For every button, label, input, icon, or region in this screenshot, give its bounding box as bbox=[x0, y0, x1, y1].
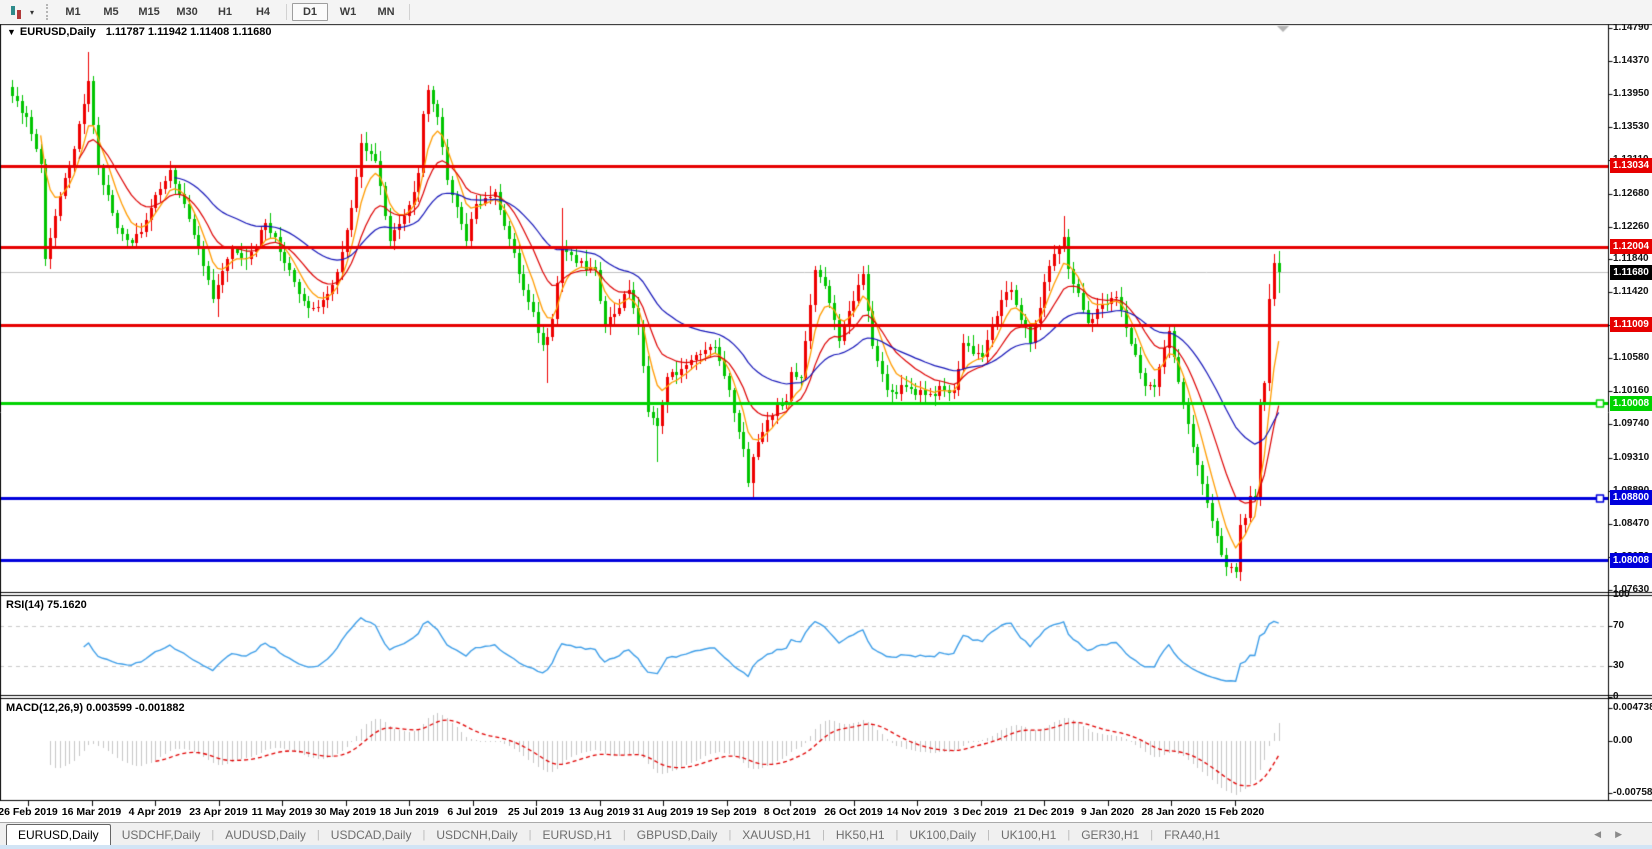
toolbar-separator bbox=[286, 4, 287, 20]
chart-symbols-icon[interactable] bbox=[8, 4, 28, 20]
price-tick: 1.11840 bbox=[1613, 253, 1652, 264]
scroll-right-icon[interactable]: ▶ bbox=[1615, 829, 1622, 840]
chart-title: ▼ EURUSD,Daily 1.11787 1.11942 1.11408 1.1… bbox=[7, 26, 272, 38]
chart-tab-usdcad-daily[interactable]: USDCAD,Daily bbox=[320, 825, 423, 846]
timeframe-button-w1[interactable]: W1 bbox=[330, 3, 366, 21]
level-price-tag: 1.10008 bbox=[1610, 396, 1652, 411]
price-tick: 1.13530 bbox=[1613, 121, 1652, 132]
macd-axis-tick: 0.00 bbox=[1613, 735, 1652, 746]
status-strip bbox=[0, 845, 1652, 849]
date-label: 15 Feb 2020 bbox=[1205, 806, 1265, 818]
price-tick: 1.08470 bbox=[1613, 518, 1652, 529]
collapse-triangle-icon[interactable]: ▼ bbox=[7, 27, 16, 37]
price-tick: 1.09740 bbox=[1613, 418, 1652, 429]
date-label: 16 Mar 2019 bbox=[62, 806, 122, 818]
date-label: 3 Dec 2019 bbox=[953, 806, 1007, 818]
date-label: 6 Jul 2019 bbox=[447, 806, 497, 818]
chart-tab-uk100-h1[interactable]: UK100,H1 bbox=[990, 825, 1067, 846]
date-label: 19 Sep 2019 bbox=[696, 806, 756, 818]
rsi-label: RSI(14) 75.1620 bbox=[6, 599, 87, 611]
price-chart-canvas[interactable] bbox=[0, 0, 1652, 849]
rsi-axis-tick: 100 bbox=[1613, 589, 1652, 600]
timeframe-button-m15[interactable]: M15 bbox=[131, 3, 167, 21]
timeframe-button-d1[interactable]: D1 bbox=[292, 3, 328, 21]
price-tick: 1.09310 bbox=[1613, 452, 1652, 463]
chevron-down-icon[interactable]: ▾ bbox=[30, 8, 34, 17]
timeframe-button-h4[interactable]: H4 bbox=[245, 3, 281, 21]
chart-tab-eurusd-daily[interactable]: EURUSD,Daily bbox=[6, 824, 111, 846]
level-price-tag: 1.08008 bbox=[1610, 553, 1652, 568]
date-label: 21 Dec 2019 bbox=[1014, 806, 1074, 818]
chart-tab-eurusd-h1[interactable]: EURUSD,H1 bbox=[532, 825, 623, 846]
timeframe-button-mn[interactable]: MN bbox=[368, 3, 404, 21]
macd-axis-tick: -0.007584 bbox=[1613, 787, 1652, 798]
date-label: 11 May 2019 bbox=[252, 806, 313, 818]
date-label: 30 May 2019 bbox=[315, 806, 376, 818]
timeframe-button-m1[interactable]: M1 bbox=[55, 3, 91, 21]
toolbar-gripper[interactable] bbox=[46, 4, 48, 20]
scroll-left-icon[interactable]: ◀ bbox=[1594, 829, 1601, 840]
date-label: 18 Jun 2019 bbox=[379, 806, 439, 818]
level-price-tag: 1.13034 bbox=[1610, 158, 1652, 173]
symbol-label: EURUSD,Daily bbox=[20, 26, 96, 38]
rsi-axis-tick: 70 bbox=[1613, 620, 1652, 631]
date-label: 26 Feb 2019 bbox=[0, 806, 58, 818]
timeframe-toolbar: ▾ M1M5M15M30H1H4 D1W1MN bbox=[0, 0, 1652, 24]
date-label: 31 Aug 2019 bbox=[633, 806, 694, 818]
date-label: 28 Jan 2020 bbox=[1142, 806, 1201, 818]
chart-tab-uk100-daily[interactable]: UK100,Daily bbox=[898, 825, 987, 846]
timeframe-button-m5[interactable]: M5 bbox=[93, 3, 129, 21]
price-tick: 1.10160 bbox=[1613, 385, 1652, 396]
chart-tab-bar: EURUSD,DailyUSDCHF,Daily|AUDUSD,Daily|US… bbox=[0, 822, 1652, 846]
date-label: 8 Oct 2019 bbox=[764, 806, 817, 818]
chart-tab-gbpusd-daily[interactable]: GBPUSD,Daily bbox=[626, 825, 729, 846]
current-price-tag: 1.11680 bbox=[1610, 265, 1652, 280]
chart-tab-audusd-daily[interactable]: AUDUSD,Daily bbox=[214, 825, 317, 846]
price-tick: 1.13950 bbox=[1613, 88, 1652, 99]
date-label: 13 Aug 2019 bbox=[569, 806, 630, 818]
timeframe-button-m30[interactable]: M30 bbox=[169, 3, 205, 21]
level-price-tag: 1.12004 bbox=[1610, 239, 1652, 254]
rsi-axis-tick: 0 bbox=[1613, 691, 1652, 702]
chart-tab-usdcnh-daily[interactable]: USDCNH,Daily bbox=[425, 825, 528, 846]
date-label: 14 Nov 2019 bbox=[887, 806, 948, 818]
chart-tab-fra40-h1[interactable]: FRA40,H1 bbox=[1153, 825, 1231, 846]
level-price-tag: 1.11009 bbox=[1610, 317, 1652, 332]
date-label: 9 Jan 2020 bbox=[1081, 806, 1134, 818]
chart-tab-ger30-h1[interactable]: GER30,H1 bbox=[1070, 825, 1150, 846]
price-tick: 1.12680 bbox=[1613, 188, 1652, 199]
timeframe-button-h1[interactable]: H1 bbox=[207, 3, 243, 21]
macd-label: MACD(12,26,9) 0.003599 -0.001882 bbox=[6, 702, 185, 714]
date-label: 25 Jul 2019 bbox=[508, 806, 564, 818]
date-label: 23 Apr 2019 bbox=[189, 806, 248, 818]
tab-scroll-arrows: ◀ ▶ bbox=[1594, 823, 1622, 846]
price-tick: 1.10580 bbox=[1613, 352, 1652, 363]
macd-axis-tick: 0.004738 bbox=[1613, 702, 1652, 713]
chart-tab-xauusd-h1[interactable]: XAUUSD,H1 bbox=[731, 825, 822, 846]
mt4-window: ▾ M1M5M15M30H1H4 D1W1MN ▼ EURUSD,Daily 1.11… bbox=[0, 0, 1652, 849]
price-tick: 1.11420 bbox=[1613, 286, 1652, 297]
chart-tab-usdchf-daily[interactable]: USDCHF,Daily bbox=[111, 825, 212, 846]
rsi-axis-tick: 30 bbox=[1613, 660, 1652, 671]
chart-tab-hk50-h1[interactable]: HK50,H1 bbox=[825, 825, 896, 846]
date-label: 26 Oct 2019 bbox=[824, 806, 882, 818]
price-tick: 1.12260 bbox=[1613, 221, 1652, 232]
level-price-tag: 1.08800 bbox=[1610, 490, 1652, 505]
ohlc-values: 1.11787 1.11942 1.11408 1.11680 bbox=[106, 26, 272, 38]
date-label: 4 Apr 2019 bbox=[129, 806, 182, 818]
price-tick: 1.14370 bbox=[1613, 55, 1652, 66]
toolbar-separator bbox=[409, 4, 410, 20]
